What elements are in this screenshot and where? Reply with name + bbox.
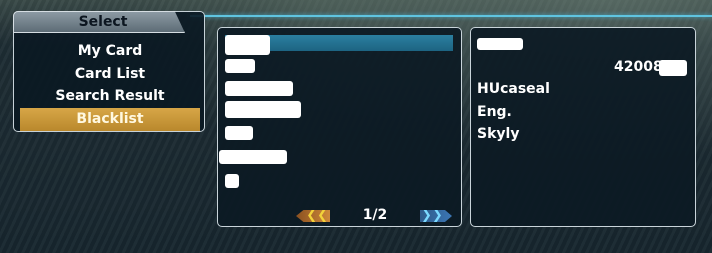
- select-menu: My Card Card List Search Result Blacklis…: [20, 40, 200, 131]
- guildcard-number: 42008: [614, 59, 663, 75]
- chevron-left-icon: ❮❮: [306, 208, 328, 223]
- page-indicator: 1/2: [362, 207, 388, 223]
- next-page-button[interactable]: ❯❯: [420, 210, 452, 222]
- redacted-name-4[interactable]: [225, 101, 301, 118]
- redacted-name-7[interactable]: [225, 174, 239, 188]
- language: Eng.: [477, 104, 512, 120]
- blacklist-list-panel: [217, 27, 462, 227]
- redacted-name-2[interactable]: [225, 59, 255, 73]
- redacted-name-1[interactable]: [225, 35, 270, 55]
- redacted-name-5[interactable]: [225, 126, 253, 140]
- menu-item-blacklist[interactable]: Blacklist: [20, 108, 200, 131]
- redacted-name-6[interactable]: [219, 150, 287, 164]
- redacted-name-3[interactable]: [225, 81, 293, 96]
- select-menu-title: Select: [78, 14, 128, 30]
- menu-item-card-list[interactable]: Card List: [20, 63, 200, 86]
- menu-item-search-result[interactable]: Search Result: [20, 85, 200, 108]
- chevron-right-icon: ❯❯: [421, 208, 443, 223]
- character-class: HUcaseal: [477, 81, 550, 97]
- select-menu-title-tab: Select: [13, 11, 185, 33]
- menu-item-my-card[interactable]: My Card: [20, 40, 200, 63]
- header-divider-line: [190, 15, 712, 17]
- prev-page-button[interactable]: ❮❮: [296, 210, 330, 222]
- redacted-guildcard-digits: [659, 60, 687, 76]
- list-pager: ❮❮ 1/2 ❯❯: [296, 207, 456, 225]
- redacted-player-name: [477, 38, 523, 50]
- section-id: Skyly: [477, 126, 520, 142]
